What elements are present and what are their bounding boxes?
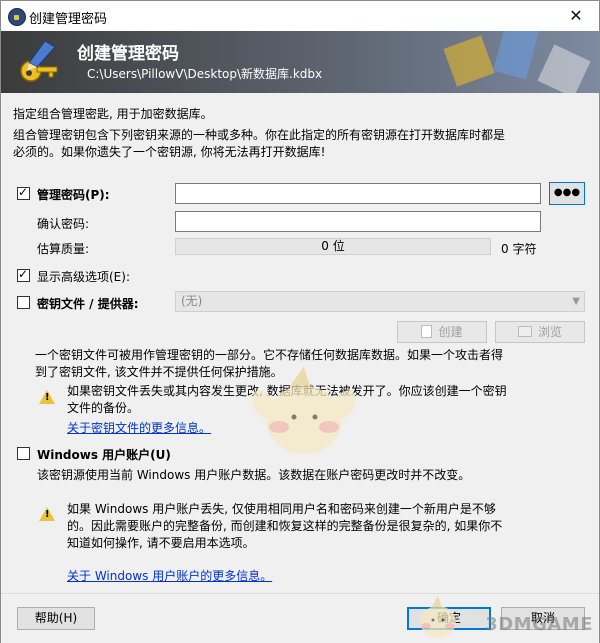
create-key-file-label: 创建 — [438, 325, 463, 339]
windows-account-warning: 如果 Windows 用户账户丢失, 仅使用相同用户名和密码来创建一个新用户是不… — [67, 501, 587, 552]
quality-bar: 0 位 — [175, 238, 491, 255]
key-file-checkbox[interactable] — [17, 296, 30, 309]
master-password-checkbox[interactable] — [17, 185, 30, 200]
windows-account-description: 该密钥源使用当前 Windows 用户账户数据。该数据在账户密码更改时并不改变。 — [37, 468, 471, 482]
key-file-label: 密钥文件 / 提供器: — [37, 297, 139, 311]
browse-key-file-label: 浏览 — [537, 325, 562, 339]
header-banner: 创建管理密码 C:\Users\PillowV\Desktop\新数据库.kdb… — [1, 31, 599, 93]
master-password-input[interactable] — [175, 183, 541, 204]
windows-account-more-info-link[interactable]: 关于 Windows 用户账户的更多信息。 — [67, 567, 272, 584]
folder-icon — [517, 326, 532, 337]
dialog-footer: 帮助(H) 确定 取消 3DMGAME — [1, 593, 599, 643]
browse-key-file-button[interactable]: 浏览 — [495, 321, 585, 343]
dialog-body: 指定组合管理密匙, 用于加密数据库。 组合管理密钥包含下列密钥来源的一种或多种。… — [1, 93, 599, 593]
key-provider-dropdown[interactable]: (无) ▼ — [175, 291, 585, 312]
banner-title: 创建管理密码 — [77, 44, 179, 64]
windows-account-warn-line-3: 知道如何操作, 请不要启用本选项。 — [67, 536, 255, 550]
banner-decoration — [443, 31, 591, 93]
window-title: 创建管理密码 — [29, 12, 108, 27]
close-icon[interactable]: ✕ — [553, 1, 599, 31]
windows-account-label: Windows 用户账户(U) — [37, 448, 171, 462]
windows-account-warn-line-1: 如果 Windows 用户账户丢失, 仅使用相同用户名和密码来创建一个新用户是不… — [67, 502, 496, 516]
windows-account-checkbox[interactable] — [17, 447, 30, 460]
create-key-file-button[interactable]: 创建 — [397, 321, 487, 343]
char-count: 0 字符 — [501, 242, 537, 256]
master-password-label: 管理密码(P): — [37, 188, 110, 202]
keepass-app-icon — [8, 8, 26, 26]
intro-line-3: 必须的。如果你遗失了一个密钥源, 你将无法再打开数据库! — [13, 145, 326, 159]
intro-line-1: 指定组合管理密匙, 用于加密数据库。 — [13, 107, 213, 121]
advanced-options-label: 显示高级选项(E): — [37, 270, 130, 284]
chevron-down-icon: ▼ — [572, 296, 580, 307]
watermark-text: 3DMGAME — [485, 614, 593, 635]
quality-value: 0 位 — [321, 239, 345, 253]
show-password-button[interactable]: ●●● — [549, 182, 585, 205]
windows-account-warn-line-2: 的。因此需要账户的完整备份, 而创建和恢复这样的完整备份是很复杂的, 如果你不 — [67, 519, 503, 533]
confirm-password-input[interactable] — [175, 211, 541, 232]
watermark-mascot — [252, 367, 356, 454]
advanced-options-checkbox[interactable] — [17, 267, 30, 282]
title-bar: 创建管理密码 ✕ — [1, 1, 599, 31]
key-pen-icon — [20, 40, 58, 82]
dialog-window: 创建管理密码 ✕ 创建管理密码 C:\Users\PillowV\Desktop… — [0, 0, 600, 643]
help-button[interactable]: 帮助(H) — [17, 607, 95, 630]
key-file-desc-line-1: 一个密钥文件可被用作管理密钥的一部分。它不存储任何数据库数据。如果一个攻击者得 — [35, 348, 504, 362]
warning-icon — [39, 390, 55, 404]
intro-line-2: 组合管理密钥包含下列密钥来源的一种或多种。你在此指定的所有密钥源在打开数据库时都… — [13, 128, 506, 142]
warning-icon — [39, 507, 55, 521]
quality-label: 估算质量: — [37, 242, 90, 256]
database-path: C:\Users\PillowV\Desktop\新数据库.kdbx — [87, 67, 323, 81]
new-file-icon — [421, 325, 433, 338]
key-provider-value: (无) — [181, 294, 203, 308]
watermark-mascot-small — [420, 596, 456, 638]
key-file-more-info-link[interactable]: 关于密钥文件的更多信息。 — [67, 419, 211, 436]
confirm-password-label: 确认密码: — [37, 217, 90, 231]
